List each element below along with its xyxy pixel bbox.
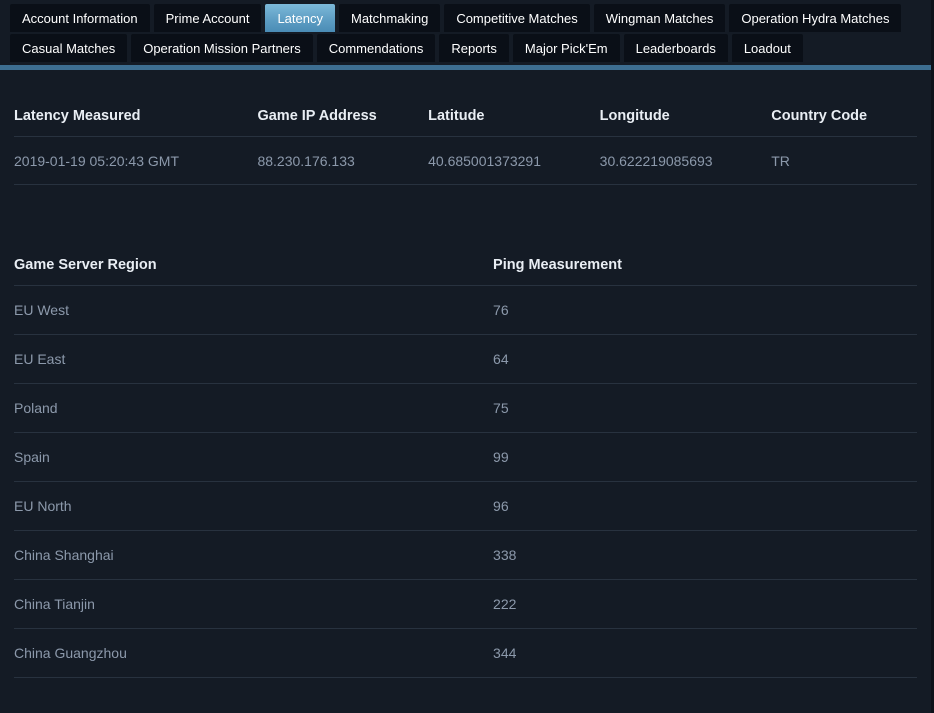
column-header-game-ip-address: Game IP Address: [242, 70, 414, 137]
tab-loadout[interactable]: Loadout: [731, 34, 803, 62]
tab-casual-matches[interactable]: Casual Matches: [10, 34, 128, 62]
ping-measurement-table: Game Server Region Ping Measurement EU We…: [14, 227, 917, 678]
cell-game-server-region: China Shanghai: [14, 530, 480, 580]
latency-info-table-body: 2019-01-19 05:20:43 GMT 88.230.176.133 40.…: [14, 136, 917, 185]
cell-ping-measurement: 64: [479, 334, 917, 384]
cell-ping-measurement: 96: [479, 481, 917, 531]
cell-ping-measurement: 222: [479, 579, 917, 629]
cell-game-server-region: EU West: [14, 285, 480, 335]
tab-bar: Account Information Prime Account Latency M…: [0, 0, 931, 70]
table-row: Spain 99: [14, 432, 917, 482]
column-header-longitude: Longitude: [584, 70, 757, 137]
tab-reports[interactable]: Reports: [439, 34, 509, 62]
cell-game-server-region: Spain: [14, 432, 480, 482]
cell-game-server-region: EU East: [14, 334, 480, 384]
cell-country-code: TR: [756, 136, 917, 185]
latency-info-table-head: Latency Measured Game IP Address Latitude L…: [14, 70, 917, 137]
table-row: China Shanghai 338: [14, 530, 917, 580]
tab-latency[interactable]: Latency: [265, 4, 335, 32]
tab-operation-mission-partners[interactable]: Operation Mission Partners: [131, 34, 313, 62]
table-row: EU East 64: [14, 334, 917, 384]
table-header-row: Latency Measured Game IP Address Latitude L…: [14, 70, 917, 137]
ping-table-body: EU West 76 EU East 64 Poland 75 Spain 99 EU Nort…: [14, 285, 917, 678]
cell-game-server-region: China Guangzhou: [14, 628, 480, 678]
tab-account-information[interactable]: Account Information: [10, 4, 150, 32]
table-row: EU North 96: [14, 481, 917, 531]
cell-ping-measurement: 75: [479, 383, 917, 433]
column-header-latency-measured: Latency Measured: [14, 70, 243, 137]
cell-longitude: 30.622219085693: [584, 136, 757, 185]
tab-row-secondary: Casual Matches Operation Mission Partners…: [0, 34, 931, 64]
cell-latency-measured: 2019-01-19 05:20:43 GMT: [14, 136, 243, 185]
column-header-country-code: Country Code: [756, 70, 917, 137]
table-row: China Tianjin 222: [14, 579, 917, 629]
cell-ping-measurement: 344: [479, 628, 917, 678]
tab-major-pick-em[interactable]: Major Pick'Em: [512, 34, 620, 62]
tab-operation-hydra-matches[interactable]: Operation Hydra Matches: [729, 4, 902, 32]
ping-table-head: Game Server Region Ping Measurement: [14, 227, 917, 286]
cell-latitude: 40.685001373291: [413, 136, 585, 185]
cell-game-server-region: Poland: [14, 383, 480, 433]
tab-wingman-matches[interactable]: Wingman Matches: [593, 4, 726, 32]
cell-game-server-region: China Tianjin: [14, 579, 480, 629]
cell-ping-measurement: 99: [479, 432, 917, 482]
table-row: Poland 75: [14, 383, 917, 433]
cell-game-server-region: EU North: [14, 481, 480, 531]
latency-info-table: Latency Measured Game IP Address Latitude L…: [14, 70, 917, 185]
table-row: 2019-01-19 05:20:43 GMT 88.230.176.133 40.…: [14, 136, 917, 185]
tab-commendations[interactable]: Commendations: [316, 34, 436, 62]
column-header-ping-measurement: Ping Measurement: [479, 227, 917, 286]
tab-competitive-matches[interactable]: Competitive Matches: [444, 4, 590, 32]
tab-underline-divider: [0, 65, 931, 70]
table-row: EU West 76: [14, 285, 917, 335]
cell-ping-measurement: 76: [479, 285, 917, 335]
tab-prime-account[interactable]: Prime Account: [153, 4, 262, 32]
column-header-game-server-region: Game Server Region: [14, 227, 480, 286]
column-header-latitude: Latitude: [413, 70, 585, 137]
table-header-row: Game Server Region Ping Measurement: [14, 227, 917, 286]
cell-ping-measurement: 338: [479, 530, 917, 580]
page-content: Latency Measured Game IP Address Latitude L…: [0, 70, 931, 678]
tab-matchmaking[interactable]: Matchmaking: [339, 4, 441, 32]
table-row: China Guangzhou 344: [14, 628, 917, 678]
cell-game-ip-address: 88.230.176.133: [242, 136, 414, 185]
tab-leaderboards[interactable]: Leaderboards: [623, 34, 728, 62]
tab-row-primary: Account Information Prime Account Latency M…: [0, 4, 931, 34]
